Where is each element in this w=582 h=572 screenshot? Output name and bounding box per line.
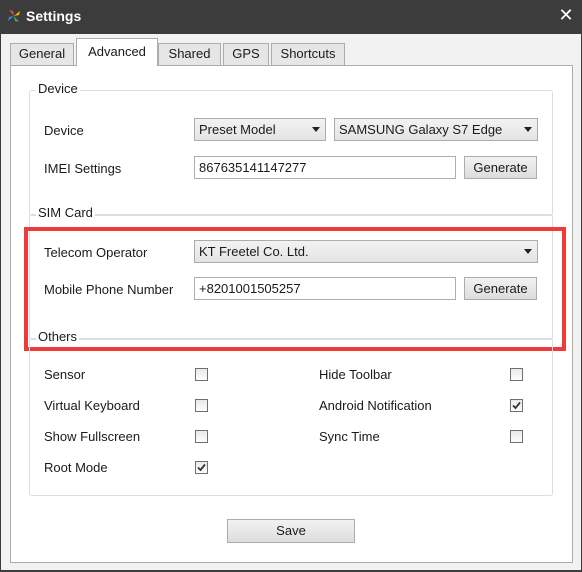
tab-shortcuts[interactable]: Shortcuts (271, 43, 345, 65)
title-bar[interactable]: Settings ✕ (0, 0, 582, 34)
hide-toolbar-checkbox[interactable] (510, 368, 523, 381)
android-notification-checkbox[interactable] (510, 399, 523, 412)
device-label: Device (44, 123, 84, 138)
sync-time-checkbox[interactable] (510, 430, 523, 443)
model-type-dropdown[interactable]: Preset Model (194, 118, 326, 141)
virtual-keyboard-checkbox[interactable] (195, 399, 208, 412)
model-name-dropdown[interactable]: SAMSUNG Galaxy S7 Edge (334, 118, 538, 141)
tab-gps[interactable]: GPS (223, 43, 269, 65)
sync-time-label: Sync Time (319, 429, 380, 444)
others-group-title: Others (36, 329, 80, 344)
dialog-content: General Advanced Shared GPS Shortcuts De… (1, 34, 581, 570)
show-fullscreen-checkbox[interactable] (195, 430, 208, 443)
sensor-label: Sensor (44, 367, 86, 382)
window-title: Settings (26, 8, 82, 24)
imei-field[interactable]: 867635141147277 (194, 156, 456, 179)
sim-card-group-title: SIM Card (36, 205, 95, 220)
show-fullscreen-label: Show Fullscreen (44, 429, 141, 444)
android-notification-label: Android Notification (319, 398, 432, 413)
close-icon: ✕ (558, 5, 574, 26)
checkmark-icon (197, 463, 206, 472)
virtual-keyboard-label: Virtual Keyboard (44, 398, 140, 413)
app-logo-icon (8, 10, 20, 22)
device-group-title: Device (36, 81, 80, 96)
advanced-tab-panel: Device Device Preset Model SAMSUNG Galax… (10, 65, 573, 563)
chevron-down-icon (524, 127, 532, 132)
device-group: Device (29, 81, 553, 216)
tab-general[interactable]: General (10, 43, 74, 65)
chevron-down-icon (312, 127, 320, 132)
model-type-value: Preset Model (199, 122, 276, 137)
model-name-value: SAMSUNG Galaxy S7 Edge (339, 122, 503, 137)
checkmark-icon (512, 401, 521, 410)
settings-window: Settings ✕ General Advanced Shared GPS S… (0, 0, 582, 572)
tab-advanced[interactable]: Advanced (76, 38, 158, 66)
sensor-checkbox[interactable] (195, 368, 208, 381)
save-button[interactable]: Save (227, 519, 355, 543)
imei-label: IMEI Settings (44, 161, 122, 176)
tab-shared[interactable]: Shared (158, 43, 221, 65)
generate-imei-button[interactable]: Generate (464, 156, 537, 179)
root-mode-checkbox[interactable] (195, 461, 208, 474)
close-button[interactable]: ✕ (556, 6, 576, 26)
root-mode-label: Root Mode (44, 460, 108, 475)
others-group: Others (29, 329, 553, 496)
sim-card-highlight (24, 227, 566, 351)
hide-toolbar-label: Hide Toolbar (319, 367, 392, 382)
